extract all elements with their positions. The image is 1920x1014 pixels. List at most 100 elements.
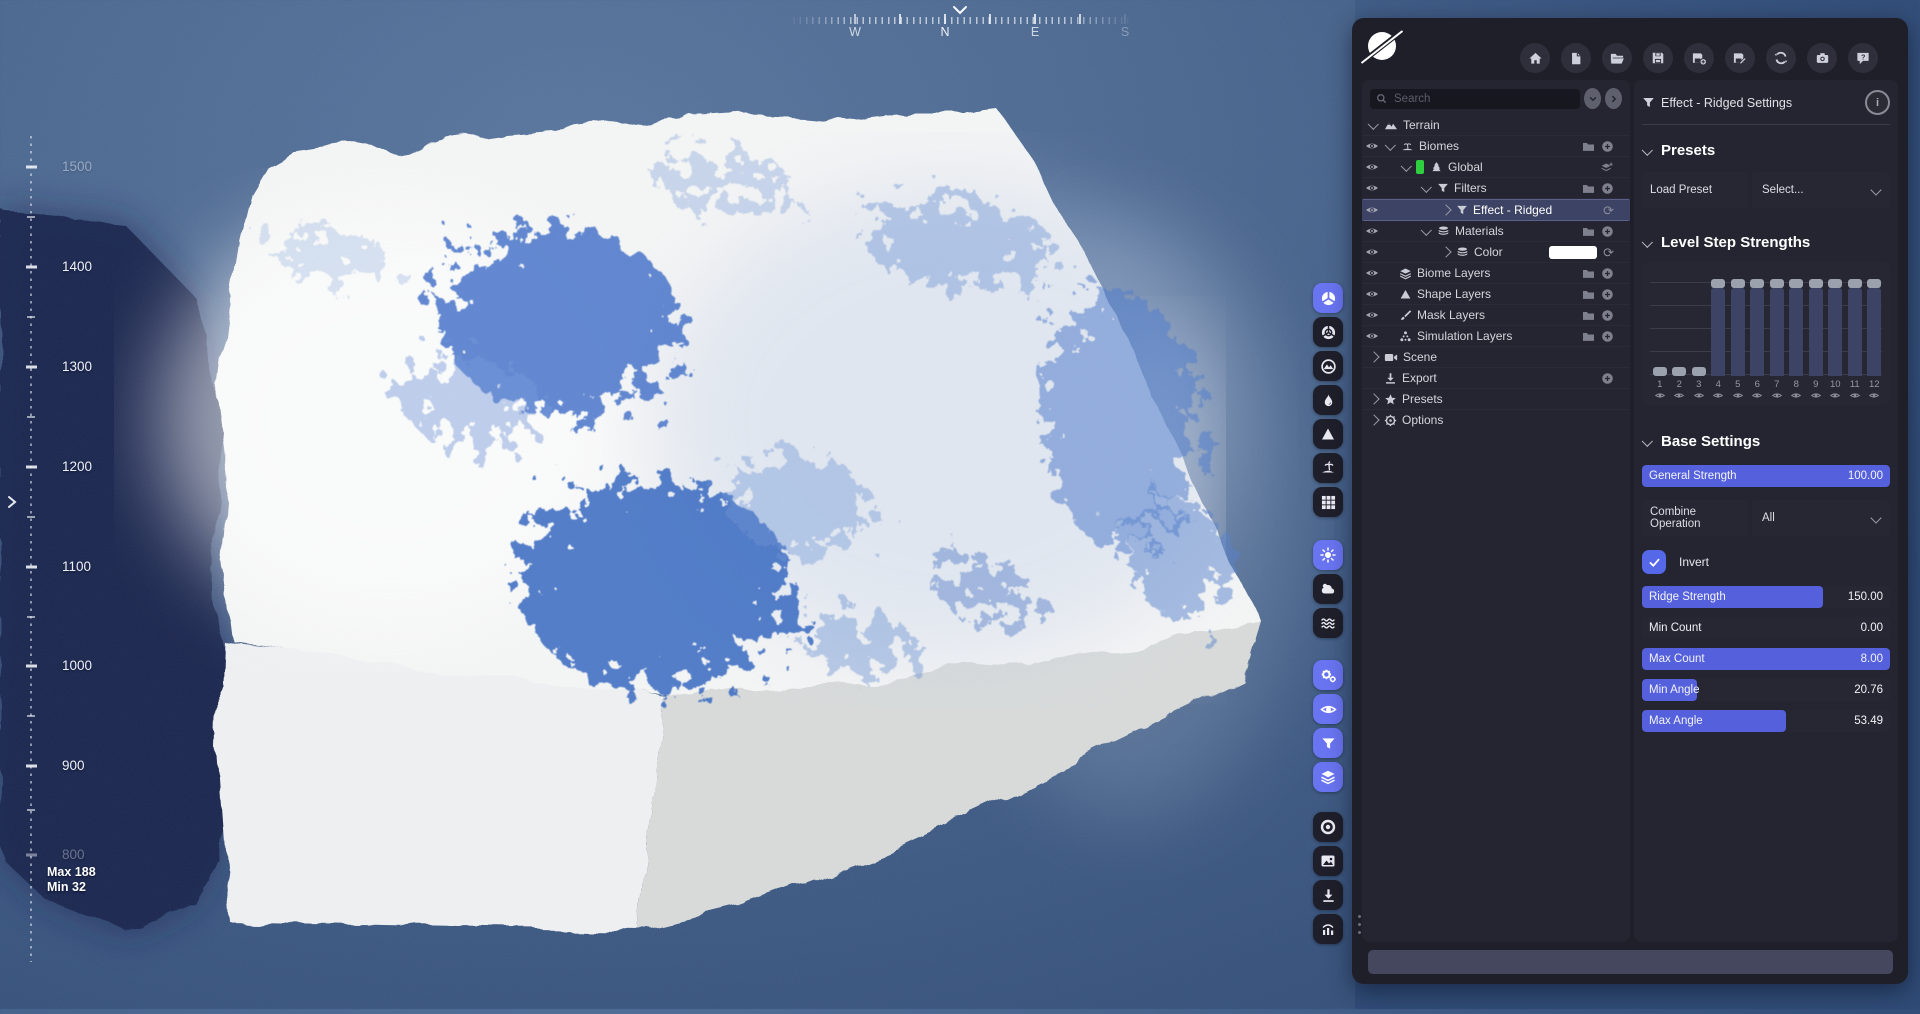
level-step-slider[interactable]: 8 [1787, 270, 1807, 401]
level-step-slider[interactable]: 6 [1748, 270, 1768, 401]
max-count-slider[interactable]: Max Count 8.00 [1642, 648, 1890, 670]
erosion-drop-button[interactable] [1313, 385, 1343, 415]
save-as-button[interactable] [1684, 43, 1714, 73]
step-slider-handle[interactable] [1828, 279, 1842, 288]
save-edit-button[interactable] [1725, 43, 1755, 73]
tree-row-materials[interactable]: Materials [1362, 221, 1630, 242]
folder-icon[interactable] [1582, 331, 1595, 342]
tree-row-scene[interactable]: Scene [1362, 347, 1630, 368]
step-slider-track[interactable] [1770, 270, 1784, 376]
add-icon[interactable] [1601, 372, 1614, 385]
step-slider-track[interactable] [1867, 270, 1881, 376]
chevron-right-icon[interactable] [1368, 351, 1379, 362]
layers-button[interactable] [1313, 762, 1343, 792]
cloud-button[interactable] [1313, 574, 1343, 604]
eye-icon[interactable] [1365, 246, 1381, 258]
visibility-eye-button[interactable] [1313, 694, 1343, 724]
level-step-slider[interactable]: 9 [1806, 270, 1826, 401]
step-slider-track[interactable] [1711, 270, 1725, 376]
tree-row-simulation-layers[interactable]: Simulation Layers [1362, 326, 1630, 347]
step-slider-track[interactable] [1672, 270, 1686, 376]
step-eye-toggle[interactable] [1674, 391, 1684, 400]
combine-operation-select[interactable]: All [1752, 500, 1890, 536]
step-slider-handle[interactable] [1848, 279, 1862, 288]
add-icon[interactable] [1601, 288, 1614, 301]
step-slider-track[interactable] [1731, 270, 1745, 376]
panel-resize-handle[interactable] [1357, 915, 1361, 955]
left-panel-expand-chevron[interactable] [6, 494, 18, 515]
invert-checkbox[interactable] [1642, 550, 1666, 574]
step-slider-track[interactable] [1789, 270, 1803, 376]
add-icon[interactable] [1601, 267, 1614, 280]
step-slider-handle[interactable] [1867, 279, 1881, 288]
level-step-slider[interactable]: 1 [1650, 270, 1670, 401]
ridge-strength-slider[interactable]: Ridge Strength 150.00 [1642, 586, 1890, 608]
island-button[interactable] [1313, 453, 1343, 483]
add-icon[interactable] [1601, 182, 1614, 195]
step-eye-toggle[interactable] [1713, 391, 1723, 400]
filter-funnel-button[interactable] [1313, 728, 1343, 758]
new-file-button[interactable] [1561, 43, 1591, 73]
level-steps-section-header[interactable]: Level Step Strengths [1634, 208, 1898, 251]
view-sphere-terrain-button[interactable] [1313, 351, 1343, 381]
preset-select[interactable]: Select... [1752, 172, 1890, 208]
add-icon[interactable] [1601, 140, 1614, 153]
step-slider-track[interactable] [1692, 270, 1706, 376]
step-slider-track[interactable] [1750, 270, 1764, 376]
tree-row-effect-ridged[interactable]: Effect - Ridged ⟳ [1362, 199, 1630, 221]
chevron-down-icon[interactable] [1421, 182, 1432, 193]
tree-row-presets[interactable]: Presets [1362, 389, 1630, 410]
expand-panel-button[interactable] [1605, 88, 1622, 109]
chevron-down-icon[interactable] [1385, 140, 1396, 151]
step-slider-track[interactable] [1809, 270, 1823, 376]
view-sphere-wire-button[interactable] [1313, 317, 1343, 347]
image-button[interactable] [1313, 846, 1343, 876]
screenshot-camera-button[interactable] [1807, 43, 1837, 73]
mountain-button[interactable] [1313, 419, 1343, 449]
step-slider-handle[interactable] [1672, 367, 1686, 376]
chevron-right-icon[interactable] [1368, 414, 1379, 425]
download-button[interactable] [1313, 880, 1343, 910]
tree-row-filters[interactable]: Filters [1362, 178, 1630, 199]
record-button[interactable] [1313, 812, 1343, 842]
step-eye-toggle[interactable] [1811, 391, 1821, 400]
level-step-chart[interactable]: 123456789101112 [1642, 262, 1890, 405]
step-slider-track[interactable] [1653, 270, 1667, 376]
max-angle-slider[interactable]: Max Angle 53.49 [1642, 710, 1890, 732]
color-swatch[interactable] [1549, 246, 1597, 259]
stats-button[interactable] [1313, 914, 1343, 944]
step-slider-track[interactable] [1848, 270, 1862, 376]
tree-row-global[interactable]: Global [1362, 157, 1630, 178]
step-slider-handle[interactable] [1711, 279, 1725, 288]
step-slider-handle[interactable] [1692, 367, 1706, 376]
info-icon[interactable]: i [1865, 90, 1890, 115]
eye-icon[interactable] [1365, 267, 1381, 279]
search-box[interactable] [1370, 89, 1580, 109]
add-icon[interactable] [1601, 309, 1614, 322]
folder-icon[interactable] [1582, 289, 1595, 300]
presets-section-header[interactable]: Presets [1634, 125, 1898, 159]
sync-button[interactable] [1766, 43, 1796, 73]
level-step-slider[interactable]: 4 [1709, 270, 1729, 401]
tree-row-terrain[interactable]: Terrain [1362, 115, 1630, 136]
refresh-icon[interactable]: ⟳ [1603, 246, 1614, 259]
save-button[interactable] [1643, 43, 1673, 73]
help-button[interactable]: ? [1848, 43, 1878, 73]
chevron-down-icon[interactable] [1368, 119, 1379, 130]
min-angle-slider[interactable]: Min Angle 20.76 [1642, 679, 1890, 701]
search-input[interactable] [1392, 92, 1556, 106]
step-eye-toggle[interactable] [1791, 391, 1801, 400]
folder-icon[interactable] [1582, 310, 1595, 321]
tree-row-mask-layers[interactable]: Mask Layers [1362, 305, 1630, 326]
step-eye-toggle[interactable] [1733, 391, 1743, 400]
eye-icon[interactable] [1365, 182, 1381, 194]
refresh-icon[interactable]: ⟳ [1603, 204, 1614, 217]
step-eye-toggle[interactable] [1850, 391, 1860, 400]
add-icon[interactable] [1601, 225, 1614, 238]
level-step-slider[interactable]: 7 [1767, 270, 1787, 401]
level-step-slider[interactable]: 12 [1865, 270, 1885, 401]
tree-row-export[interactable]: Export [1362, 368, 1630, 389]
eye-icon[interactable] [1365, 140, 1381, 152]
step-slider-handle[interactable] [1653, 367, 1667, 376]
chevron-down-icon[interactable] [1401, 161, 1412, 172]
